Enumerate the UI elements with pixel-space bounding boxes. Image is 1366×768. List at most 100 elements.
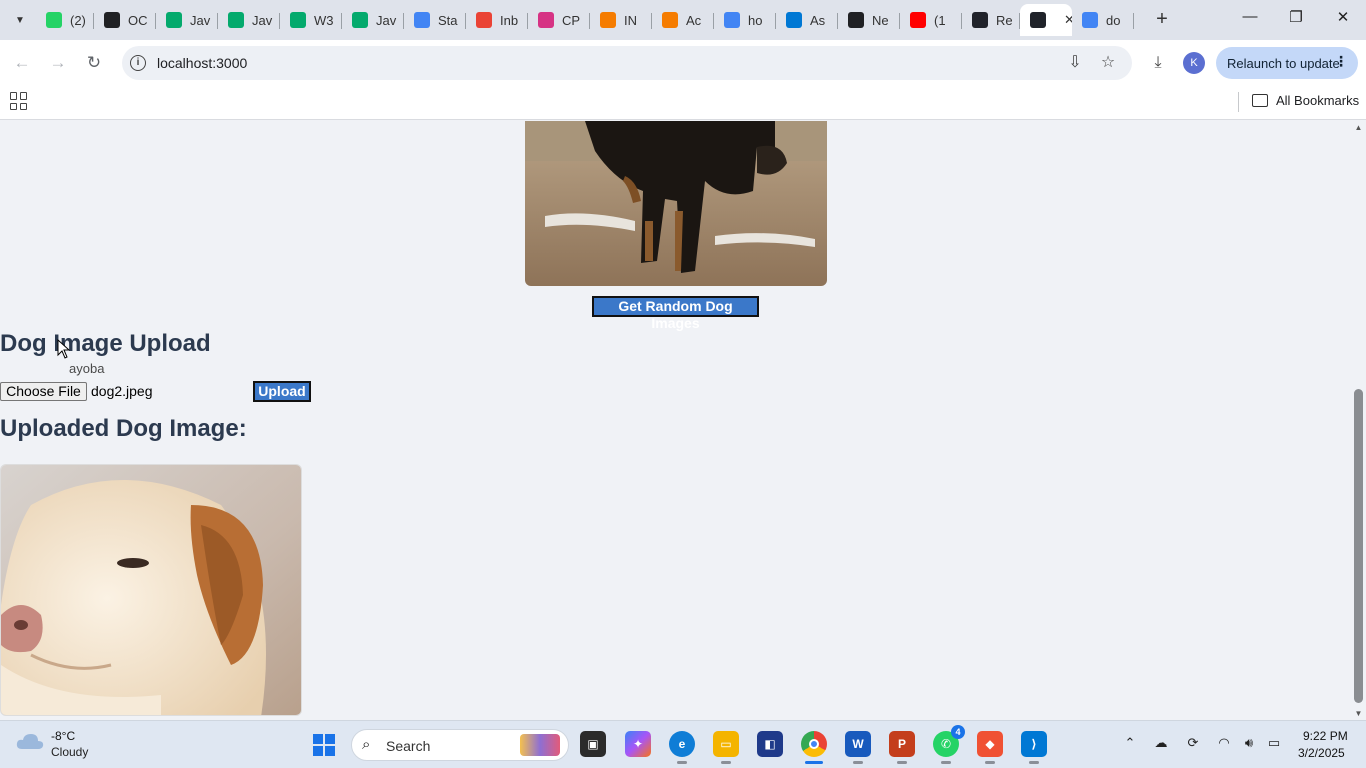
- search-highlight-icon: [520, 734, 560, 756]
- bookmark-star-icon[interactable]: ☆: [1096, 51, 1120, 75]
- install-app-icon[interactable]: ⇩: [1063, 51, 1087, 75]
- tab-label: As: [810, 12, 826, 28]
- browser-tab[interactable]: Re: [962, 4, 1020, 36]
- vscode-icon[interactable]: ⟩: [1021, 731, 1047, 764]
- whatsapp-icon: [46, 12, 62, 28]
- onedrive-icon[interactable]: ☁: [1151, 735, 1171, 755]
- close-tab-icon[interactable]: ✕: [1064, 12, 1072, 28]
- taskbar-search-label: Search: [386, 738, 431, 754]
- browser-tab[interactable]: Jav: [218, 4, 280, 36]
- url-text[interactable]: localhost:3000: [157, 55, 247, 71]
- browser-tab[interactable]: Ne: [838, 4, 900, 36]
- browser-tab[interactable]: (2): [36, 4, 94, 36]
- react-icon: [1030, 12, 1046, 28]
- gmail-icon: [476, 12, 492, 28]
- downloads-icon[interactable]: ⤓: [1146, 51, 1170, 75]
- browser-toolbar: ← → ↻ i localhost:3000 ⇩ ☆ ⤓: [0, 40, 1366, 86]
- ms-store-icon[interactable]: ◧: [757, 731, 783, 757]
- relaunch-button[interactable]: Relaunch to update ⋮: [1216, 47, 1358, 79]
- browser-tab[interactable]: (1: [900, 4, 962, 36]
- edge-icon[interactable]: e: [669, 731, 695, 764]
- browser-tab[interactable]: CP: [528, 4, 590, 36]
- apps-grid-icon[interactable]: [10, 92, 28, 110]
- volume-icon[interactable]: 🔊︎: [1239, 735, 1259, 755]
- scroll-up-icon[interactable]: ▲: [1353, 123, 1364, 132]
- close-window-icon[interactable]: ✕: [1331, 8, 1355, 32]
- orange-app-icon: [662, 12, 678, 28]
- browser-tab[interactable]: W3: [280, 4, 342, 36]
- browser-tab[interactable]: do: [1072, 4, 1134, 36]
- selected-file-name: dog2.jpeg: [91, 383, 153, 399]
- start-button[interactable]: [313, 734, 335, 756]
- browser-tab[interactable]: IN: [590, 4, 652, 36]
- tab-strip: ▼ (2) OC Jav Jav W3 Jav Sta Inb CP IN Ac ho As Ne (1 Re…: [0, 0, 1366, 40]
- tab-label: Jav: [376, 12, 397, 28]
- whatsapp-icon[interactable]: ✆ 4: [933, 725, 965, 764]
- tab-separator: [1133, 13, 1134, 29]
- tab-label: W3: [314, 12, 334, 28]
- sync-icon[interactable]: ⟳: [1183, 735, 1203, 755]
- scroll-down-icon[interactable]: ▼: [1353, 709, 1364, 718]
- react-icon: [972, 12, 988, 28]
- openai-icon: [104, 12, 120, 28]
- word-icon[interactable]: W: [845, 731, 871, 764]
- profile-avatar[interactable]: K: [1183, 52, 1205, 74]
- wifi-icon[interactable]: ◠: [1214, 735, 1234, 755]
- restore-icon[interactable]: ❐: [1284, 8, 1308, 32]
- windows-taskbar: -8°C Cloudy ⌕ Search ▣ ✦ e ▭ ◧ W P ✆ 4 ◆ …: [0, 720, 1366, 768]
- orange-app-icon: [600, 12, 616, 28]
- taskbar-search[interactable]: ⌕ Search: [351, 729, 569, 761]
- powerpoint-icon[interactable]: P: [889, 731, 915, 764]
- azure-icon: [786, 12, 802, 28]
- uploaded-section-title: Uploaded Dog Image:: [0, 415, 247, 442]
- browser-tab[interactable]: Ac: [652, 4, 714, 36]
- get-random-dog-button[interactable]: Get Random Dog Images: [592, 296, 759, 331]
- page-scrollbar[interactable]: ▲ ▼: [1351, 121, 1366, 720]
- browser-tab[interactable]: Jav: [342, 4, 404, 36]
- w3schools-icon: [290, 12, 306, 28]
- w3schools-icon: [228, 12, 244, 28]
- browser-tab[interactable]: As: [776, 4, 838, 36]
- upload-section-title: Dog Image Upload: [0, 330, 211, 357]
- google-icon: [724, 12, 740, 28]
- address-bar[interactable]: i localhost:3000: [122, 46, 1132, 80]
- whatsapp-badge: 4: [951, 725, 965, 739]
- clock-date[interactable]: 3/2/2025: [1298, 746, 1345, 760]
- tab-search-icon[interactable]: ▼: [8, 8, 32, 32]
- all-bookmarks-link[interactable]: All Bookmarks: [1276, 93, 1359, 108]
- weather-temperature[interactable]: -8°C: [51, 729, 75, 743]
- minimize-icon[interactable]: —: [1238, 8, 1262, 32]
- scrollbar-thumb[interactable]: [1354, 389, 1363, 703]
- weather-condition[interactable]: Cloudy: [51, 745, 88, 759]
- choose-file-button[interactable]: Choose File: [0, 382, 87, 401]
- site-info-icon[interactable]: i: [130, 55, 146, 71]
- task-view-icon[interactable]: ▣: [580, 731, 606, 757]
- tab-label: do: [1106, 12, 1121, 28]
- bookmarks-bar: All Bookmarks: [0, 86, 1366, 120]
- browser-tab[interactable]: OC: [94, 4, 156, 36]
- battery-icon[interactable]: ▭: [1264, 735, 1284, 755]
- chrome-icon[interactable]: [801, 731, 827, 764]
- browser-tab[interactable]: Inb: [466, 4, 528, 36]
- browser-tab[interactable]: ✕: [1020, 4, 1072, 36]
- browser-tab[interactable]: Sta: [404, 4, 466, 36]
- upload-button[interactable]: Upload: [253, 381, 311, 402]
- browser-tab[interactable]: Jav: [156, 4, 218, 36]
- tab-label: Ac: [686, 12, 702, 28]
- google-icon: [1082, 12, 1098, 28]
- new-tab-button[interactable]: +: [1150, 8, 1174, 32]
- tab-label: Jav: [190, 12, 211, 28]
- github-icon: [848, 12, 864, 28]
- menu-dots-icon[interactable]: ⋮: [1334, 53, 1348, 70]
- show-hidden-icons-icon[interactable]: ⌃: [1120, 735, 1140, 755]
- tab-label: (2): [70, 12, 86, 28]
- file-explorer-icon[interactable]: ▭: [713, 731, 739, 764]
- reload-icon[interactable]: ↻: [82, 51, 106, 75]
- copilot-icon[interactable]: ✦: [625, 731, 651, 757]
- forward-icon[interactable]: →: [46, 51, 70, 75]
- google-docs-icon: [414, 12, 430, 28]
- git-icon[interactable]: ◆: [977, 731, 1003, 764]
- clock-time[interactable]: 9:22 PM: [1303, 729, 1348, 743]
- browser-tab[interactable]: ho: [714, 4, 776, 36]
- back-icon[interactable]: ←: [10, 51, 34, 75]
